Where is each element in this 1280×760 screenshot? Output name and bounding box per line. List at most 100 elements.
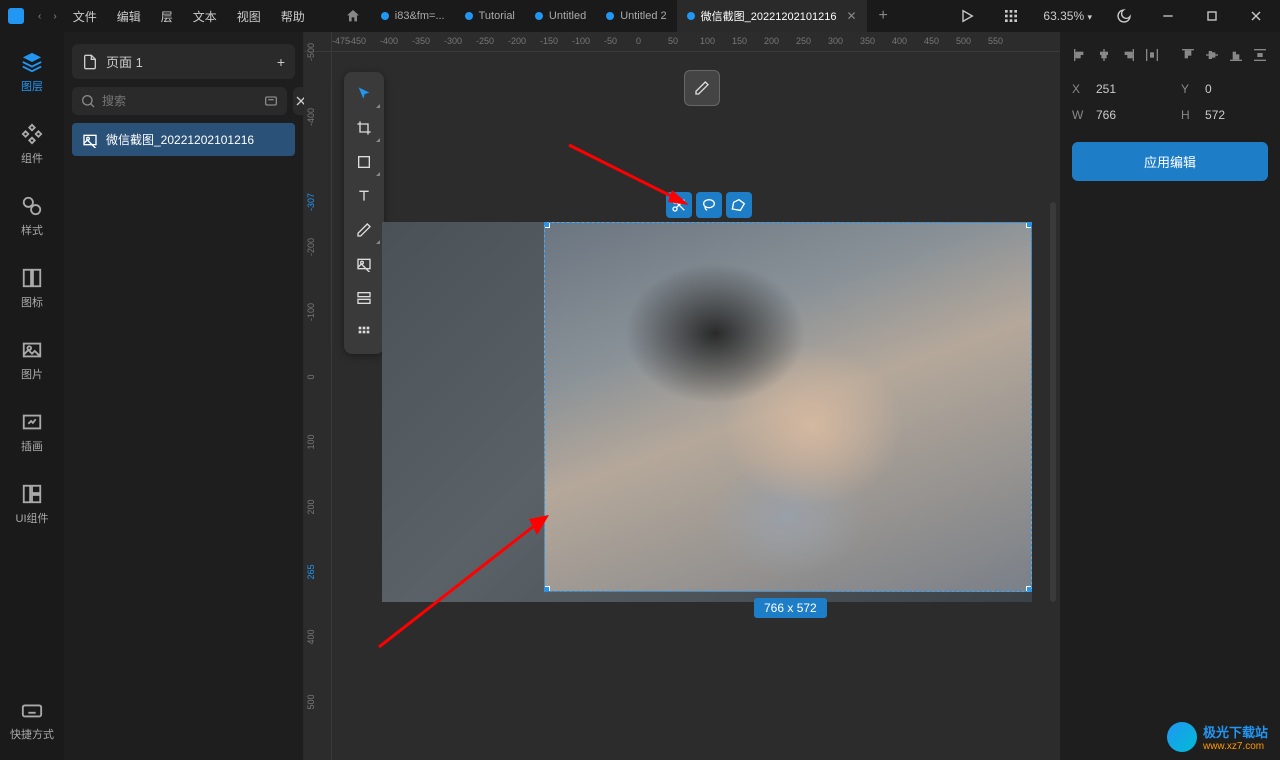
theme-toggle[interactable] [1108,0,1140,32]
resize-handle-tl[interactable] [544,222,550,228]
tool-grid[interactable] [346,316,382,348]
tab-2[interactable]: Tutorial [455,0,525,32]
illustrations-icon [20,410,44,434]
tool-crop[interactable] [346,112,382,144]
layer-item[interactable]: 微信截图_20221202101216 [72,123,295,156]
resize-handle-tr[interactable] [1026,222,1032,228]
rail-shortcuts[interactable]: 快捷方式 [8,692,56,748]
ui-icon [20,482,44,506]
apply-edit-button[interactable]: 应用编辑 [1072,142,1268,181]
tab-dot-icon [606,12,614,20]
zoom-level[interactable]: 63.35% ▾ [1039,9,1096,23]
resize-handle-bl[interactable] [544,586,550,592]
grid-button[interactable] [995,0,1027,32]
tab-add-button[interactable]: + [867,7,900,25]
components-icon [20,122,44,146]
canvas-area[interactable]: -475 -450 -400 -350 -300 -250 -200 -150 … [304,32,1060,760]
selected-image[interactable] [544,222,1032,592]
tool-text[interactable] [346,180,382,212]
tool-rectangle[interactable] [346,146,382,178]
page-title: 页面 1 [106,52,143,71]
tab-3[interactable]: Untitled [525,0,596,32]
search-box[interactable] [72,87,287,115]
rail-components[interactable]: 组件 [8,116,56,172]
rail-layers[interactable]: 图层 [8,44,56,100]
align-top-button[interactable] [1180,44,1196,66]
align-left-button[interactable] [1072,44,1088,66]
watermark-logo-icon [1167,722,1197,752]
resize-handle-br[interactable] [1026,586,1032,592]
tab-label: 微信截图_20221202101216 [701,8,837,24]
tab-dot-icon [687,12,695,20]
tool-pen[interactable] [346,214,382,246]
left-rail: 图层 组件 样式 图标 图片 插画 UI组件 快捷方式 [0,32,64,760]
ruler-horizontal: -475 -450 -400 -350 -300 -250 -200 -150 … [332,32,1060,52]
tab-5[interactable]: 微信截图_20221202101216 ✕ [677,0,867,32]
rail-label: 图标 [21,294,43,310]
watermark: 极光下载站 www.xz7.com [1167,722,1268,752]
vertical-scrollbar[interactable] [1050,202,1056,602]
crop-lasso-tool[interactable] [696,192,722,218]
crop-polygon-tool[interactable] [726,192,752,218]
layers-panel: 页面 1 + 微信截图_20221202101216 [64,32,304,760]
tab-label: Untitled 2 [620,10,666,22]
search-input[interactable] [102,94,257,108]
menu-edit[interactable]: 编辑 [107,0,151,32]
page-header[interactable]: 页面 1 + [72,44,295,79]
prop-w[interactable]: W766 [1072,108,1116,122]
align-right-button[interactable] [1120,44,1136,66]
tool-select[interactable] [346,78,382,110]
tab-1[interactable]: i83&fm=... [371,0,455,32]
keyboard-icon [20,698,44,722]
rail-label: 样式 [21,222,43,238]
close-button[interactable] [1240,0,1272,32]
styles-icon [20,194,44,218]
rail-label: 图层 [21,78,43,94]
chevron-right-icon[interactable]: › [47,11,62,22]
menu-help[interactable]: 帮助 [271,0,315,32]
chevron-left-icon[interactable]: ‹ [32,11,47,22]
distribute-h-button[interactable] [1144,44,1160,66]
maximize-button[interactable] [1196,0,1228,32]
crop-tools [666,192,752,218]
tool-layout[interactable] [346,282,382,314]
menu-layer[interactable]: 层 [151,0,183,32]
align-bottom-button[interactable] [1228,44,1244,66]
tab-label: i83&fm=... [395,10,445,22]
minimize-button[interactable] [1152,0,1184,32]
prop-y[interactable]: Y0 [1181,82,1212,96]
align-center-v-button[interactable] [1204,44,1220,66]
rail-images[interactable]: 图片 [8,332,56,388]
rail-ui[interactable]: UI组件 [8,476,56,532]
app-logo[interactable] [0,0,32,32]
menu-text[interactable]: 文本 [183,0,227,32]
play-button[interactable] [951,0,983,32]
menu-view[interactable]: 视图 [227,0,271,32]
home-icon [345,8,361,24]
watermark-url: www.xz7.com [1203,741,1268,752]
rail-label: 图片 [21,366,43,382]
align-center-h-button[interactable] [1096,44,1112,66]
close-icon[interactable]: ✕ [846,9,856,23]
prop-h[interactable]: H572 [1181,108,1225,122]
tab-dot-icon [465,12,473,20]
tab-4[interactable]: Untitled 2 [596,0,676,32]
filter-icon[interactable] [263,93,279,109]
edit-button[interactable] [684,70,720,106]
rail-illustrations[interactable]: 插画 [8,404,56,460]
tabs: i83&fm=... Tutorial Untitled Untitled 2 … [335,0,952,32]
rail-label: 组件 [21,150,43,166]
right-panel: X251 Y0 W766 H572 应用编辑 [1060,32,1280,760]
tab-label: Untitled [549,10,586,22]
distribute-v-button[interactable] [1252,44,1268,66]
rail-styles[interactable]: 样式 [8,188,56,244]
add-page-button[interactable]: + [277,54,285,70]
layer-name: 微信截图_20221202101216 [106,131,254,148]
rail-icons[interactable]: 图标 [8,260,56,316]
tab-dot-icon [381,12,389,20]
tab-home[interactable] [335,0,371,32]
crop-scissors-tool[interactable] [666,192,692,218]
prop-x[interactable]: X251 [1072,82,1116,96]
menu-file[interactable]: 文件 [63,0,107,32]
tool-image[interactable] [346,248,382,280]
